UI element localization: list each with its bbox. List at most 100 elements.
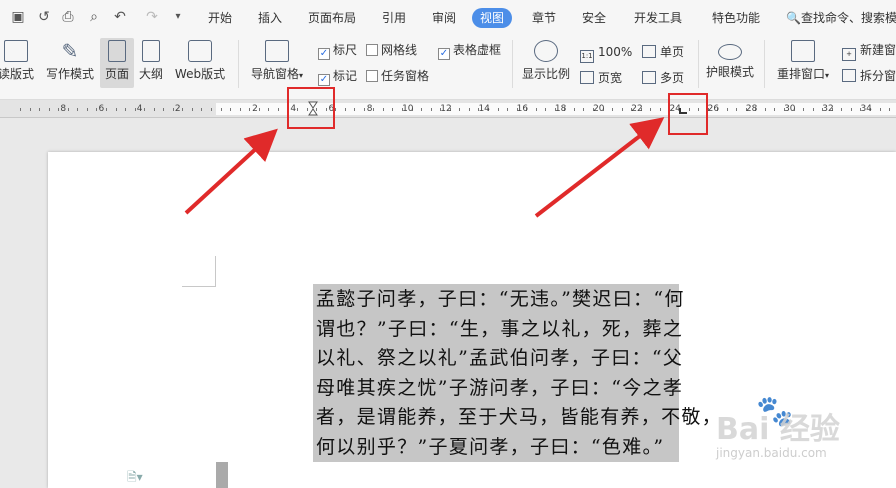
search-icon: 🔍 [786,11,801,25]
multi-page-button[interactable]: 多页 [642,70,684,86]
gridlines-label: 网格线 [381,43,418,57]
checkmark-icon: ✓ [318,48,330,60]
paragraph-line[interactable]: 以礼、祭之以礼”孟武伯问孝，子曰：“父 [316,347,683,369]
ruler-tick [573,108,575,111]
tab-view[interactable]: 视图 [472,8,513,28]
ruler-tick [39,108,41,111]
tab-chapter[interactable]: 章节 [532,8,556,28]
multi-page-label: 多页 [660,71,685,85]
nav-pane-button[interactable]: 导航窗格▾ [246,38,308,88]
ruler-tick [583,108,585,111]
command-search[interactable]: 🔍查找命令、搜索模 [786,8,896,28]
chevron-down-icon: ▾ [299,71,304,80]
ruler-tick [172,108,174,111]
tab-page-layout[interactable]: 页面布局 [308,8,356,28]
web-layout-button[interactable]: Web版式 [172,38,228,88]
paragraph-line[interactable]: 谓也？”子曰：“生，事之以礼，死，葬之 [316,318,683,340]
undo-history-icon[interactable]: ↺ [36,9,52,25]
ruler-number: 4 [136,104,143,114]
tab-insert[interactable]: 插入 [258,8,282,28]
ribbon-separator [764,40,765,88]
ruler-number: 2 [174,104,181,114]
tab-security[interactable]: 安全 [582,8,606,28]
horizontal-ruler[interactable]: 8 6 4 2 2 4 6 8 10 12 14 16 18 20 22 24 26 28 30 32 34 [0,100,896,118]
paragraph-line[interactable]: 母唯其疾之忧”子游问孝，子曰：“今之孝 [316,377,683,399]
split-window-icon [842,69,856,82]
page-width-button[interactable]: 页宽 [580,70,622,86]
print-icon[interactable]: ⎙ [60,9,76,25]
ruler-number: 8 [60,104,67,114]
ruler-tick [277,108,279,111]
eye-protection-button[interactable]: 护眼模式 [704,38,756,88]
ruler-tick [258,108,260,111]
ruler-tick [58,108,60,111]
zoom-button[interactable]: 显示比例 [520,38,572,88]
baidu-jingyan-watermark: 🐾 Bai 经验 jingyan.baidu.com [686,392,886,472]
zoom-100-label: 100% [598,45,633,59]
write-mode-label: 写作模式 [45,67,94,81]
ruler-checkbox[interactable]: ✓ 标尺 [318,42,357,60]
ruler-tick [726,108,728,111]
outline-button[interactable]: 大纲 [136,38,166,88]
tab-developer[interactable]: 开发工具 [634,8,682,28]
single-page-button[interactable]: 单页 [642,44,684,60]
new-window-button[interactable]: + 新建窗 [842,42,896,61]
ruler-tick [163,108,165,111]
ruler-tick [421,108,423,111]
ruler-number: 6 [98,104,105,114]
ruler-tick [850,108,852,111]
ruler-number: 12 [440,104,452,114]
read-mode-button[interactable]: 读版式 [0,38,36,88]
undo-icon[interactable]: ↶ [112,9,128,25]
paragraph-line[interactable]: 者，是谓能养，至于犬马，皆能有养，不敬， [316,406,722,428]
task-pane-checkbox[interactable]: 任务窗格 [366,68,429,84]
document-icon: 🗎▾ [127,470,143,484]
ribbon-separator [512,40,513,88]
table-gridlines-label: 表格虚框 [453,43,502,57]
ruler-number: 30 [784,104,796,114]
markup-checkbox[interactable]: ✓ 标记 [318,68,357,86]
ribbon-view: 读版式 ✎ 写作模式 页面 大纲 Web版式 导航窗格▾ ✓ 标尺 网格线 ✓ 表格… [0,34,896,100]
save-icon[interactable]: ▣ [10,9,26,25]
eye-protection-label: 护眼模式 [705,65,754,79]
nav-pane-label: 导航窗格 [250,67,299,81]
page-width-icon [580,71,594,84]
ruler-tick [48,108,50,111]
page-view-button[interactable]: 页面 [100,38,134,88]
menu-bar: ▣ ↺ ⎙ ⌕ ↶ ↷ ▾ 开始 插入 页面布局 引用 审阅 视图 章节 安全 … [0,0,896,34]
zoom-100-button[interactable]: 1:1 100% [580,44,632,63]
new-window-label: 新建窗 [860,43,896,57]
search-label: 查找命令、搜索模 [800,11,896,25]
ruler-tick [382,108,384,111]
split-window-button[interactable]: 拆分窗 [842,68,896,84]
ruler-tick [105,108,107,111]
paragraph-line[interactable]: 孟懿子问孝，子曰：“无违。”樊迟曰：“何 [316,288,685,310]
ruler-tick [211,108,212,111]
rearrange-windows-button[interactable]: 重排窗口▾ [772,38,834,88]
paragraph-line[interactable]: 何以别乎？”子夏问孝，子曰：“色难。” [316,436,664,458]
gridlines-checkbox[interactable]: 网格线 [366,42,417,58]
ruler-number: 20 [593,104,605,114]
tab-review[interactable]: 审阅 [432,8,456,28]
write-mode-button[interactable]: ✎ 写作模式 [44,38,96,88]
tab-special-features[interactable]: 特色功能 [712,8,760,28]
ruler-number: 14 [478,104,490,114]
print-preview-icon[interactable]: ⌕ [86,9,102,25]
ruler-number: 10 [402,104,414,114]
ruler-tick [803,108,805,111]
ruler-tick [115,108,117,111]
callout-box-tab-stop [668,93,708,135]
ruler-tick [507,108,509,111]
customize-dropdown-icon[interactable]: ▾ [170,9,186,25]
eye-icon [718,44,742,60]
table-gridlines-checkbox[interactable]: ✓ 表格虚框 [438,42,501,60]
ruler-tick [191,108,193,111]
redo-icon[interactable]: ↷ [144,9,160,25]
ruler-tick [153,108,155,111]
empty-box-icon [366,44,378,56]
ruler-tick [659,108,661,111]
tab-start[interactable]: 开始 [208,8,232,28]
ruler-label: 标尺 [333,43,358,57]
tab-references[interactable]: 引用 [382,8,406,28]
margin-corner-mark [182,256,216,287]
